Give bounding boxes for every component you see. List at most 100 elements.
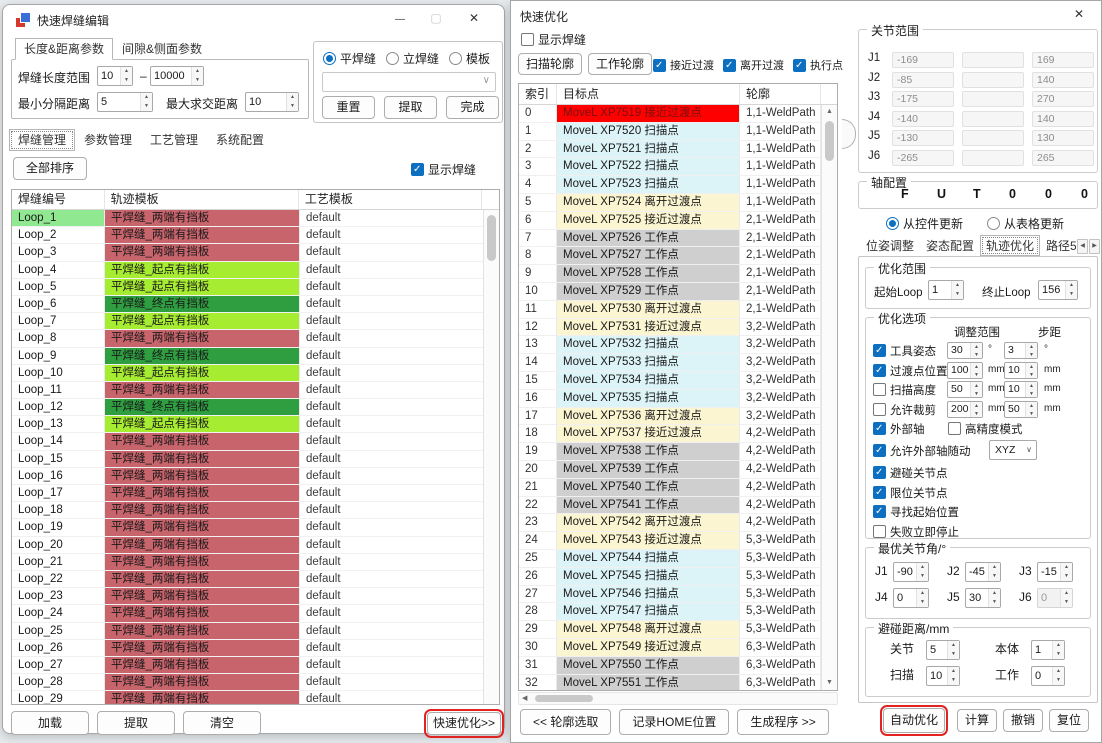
table-row[interactable]: Loop_8平焊缝_两端有挡板default bbox=[12, 330, 499, 347]
table-row[interactable]: Loop_2平焊缝_两端有挡板default bbox=[12, 227, 499, 244]
spinner-down-icon[interactable]: ▼ bbox=[1066, 290, 1077, 299]
show-weld-checkbox[interactable] bbox=[411, 163, 424, 176]
point-row[interactable]: 12MoveL XP7531 接近过渡点3,2-WeldPath bbox=[519, 319, 837, 337]
scroll-up-icon[interactable]: ▲ bbox=[822, 105, 837, 119]
spinner[interactable]: 10▲▼ bbox=[926, 666, 960, 686]
spinner[interactable]: 1▲▼ bbox=[1031, 640, 1065, 660]
spinner[interactable]: 156▲▼ bbox=[1038, 280, 1078, 300]
checkbox[interactable] bbox=[653, 59, 666, 72]
minimize-button[interactable] bbox=[384, 5, 416, 31]
point-row[interactable]: 15MoveL XP7534 扫描点3,2-WeldPath bbox=[519, 372, 837, 390]
opt-bottom-button[interactable]: 记录HOME位置 bbox=[619, 709, 729, 735]
weld-type-radio[interactable]: 模板 bbox=[449, 50, 490, 67]
spinner-up-icon[interactable]: ▲ bbox=[1061, 589, 1072, 598]
spinner-down-icon[interactable]: ▼ bbox=[287, 102, 298, 111]
scrollbar-thumb[interactable] bbox=[487, 215, 496, 261]
contour-filter-button[interactable]: 工作轮廓 bbox=[588, 53, 652, 75]
option-checkbox[interactable] bbox=[873, 466, 886, 479]
opt-bottom-button[interactable]: 生成程序 >> bbox=[737, 709, 828, 735]
option-checkbox[interactable] bbox=[873, 364, 886, 377]
group-button[interactable]: 重置 bbox=[322, 96, 375, 119]
spinner[interactable]: 30▲▼ bbox=[947, 342, 983, 359]
spinner[interactable]: 0▲▼ bbox=[1031, 666, 1065, 686]
opt-close-button[interactable] bbox=[1063, 1, 1095, 27]
param-tab[interactable]: 间隙&侧面参数 bbox=[113, 38, 211, 60]
spinner[interactable]: 3▲▼ bbox=[1004, 342, 1038, 359]
weld-seam-table[interactable]: 焊缝编号 轨迹模板 工艺模板 Loop_1平焊缝_两端有挡板defaultLoo… bbox=[11, 189, 500, 705]
opt-bottom-button[interactable]: << 轮廓选取 bbox=[520, 709, 611, 735]
table-row[interactable]: Loop_5平焊缝_起点有挡板default bbox=[12, 279, 499, 296]
spinner[interactable]: -45▲▼ bbox=[965, 562, 1001, 582]
spinner-down-icon[interactable]: ▼ bbox=[952, 290, 963, 299]
settings-button[interactable]: 撤销 bbox=[1003, 709, 1043, 732]
spinner-up-icon[interactable]: ▲ bbox=[1066, 281, 1077, 290]
point-row[interactable]: 21MoveL XP7540 工作点4,2-WeldPath bbox=[519, 479, 837, 497]
spinner-up-icon[interactable]: ▲ bbox=[948, 667, 959, 676]
point-row[interactable]: 14MoveL XP7533 扫描点3,2-WeldPath bbox=[519, 354, 837, 372]
main-tab[interactable]: 工艺管理 bbox=[141, 129, 207, 151]
point-row[interactable]: 19MoveL XP7538 工作点4,2-WeldPath bbox=[519, 443, 837, 461]
spinner[interactable]: 100▲▼ bbox=[947, 362, 983, 379]
table-row[interactable]: Loop_15平焊缝_两端有挡板default bbox=[12, 451, 499, 468]
point-row[interactable]: 5MoveL XP7524 离开过渡点1,1-WeldPath bbox=[519, 194, 837, 212]
editor-titlebar[interactable]: 快速焊缝编辑 bbox=[3, 5, 504, 33]
param-tab[interactable]: 长度&距离参数 bbox=[15, 38, 113, 60]
bottom-button[interactable]: 加载 bbox=[11, 711, 89, 735]
point-filter-check[interactable]: 离开过渡 bbox=[723, 57, 784, 73]
spinner-up-icon[interactable]: ▲ bbox=[948, 641, 959, 650]
point-row[interactable]: 23MoveL XP7542 离开过渡点4,2-WeldPath bbox=[519, 514, 837, 532]
contour-filter-button[interactable]: 扫描轮廓 bbox=[518, 53, 582, 75]
spinner-down-icon[interactable]: ▼ bbox=[1053, 676, 1064, 685]
tab-scroll-left-icon[interactable]: ◀ bbox=[1077, 239, 1088, 254]
spinner-down-icon[interactable]: ▼ bbox=[121, 76, 132, 85]
spinner-up-icon[interactable]: ▲ bbox=[121, 67, 132, 76]
table-row[interactable]: Loop_9平焊缝_终点有挡板default bbox=[12, 348, 499, 365]
table-row[interactable]: Loop_26平焊缝_两端有挡板default bbox=[12, 640, 499, 657]
spinner[interactable]: 30▲▼ bbox=[965, 588, 1001, 608]
checkbox[interactable] bbox=[793, 59, 806, 72]
point-row[interactable]: 26MoveL XP7545 扫描点5,3-WeldPath bbox=[519, 568, 837, 586]
spinner-up-icon[interactable]: ▲ bbox=[192, 67, 203, 76]
table-row[interactable]: Loop_27平焊缝_两端有挡板default bbox=[12, 657, 499, 674]
point-row[interactable]: 10MoveL XP7529 工作点2,1-WeldPath bbox=[519, 283, 837, 301]
spinner-down-icon[interactable]: ▼ bbox=[989, 572, 1000, 581]
table-row[interactable]: Loop_13平焊缝_起点有挡板default bbox=[12, 416, 499, 433]
spinner-up-icon[interactable]: ▲ bbox=[989, 589, 1000, 598]
point-row[interactable]: 13MoveL XP7532 扫描点3,2-WeldPath bbox=[519, 336, 837, 354]
show-weld-toggle[interactable]: 显示焊缝 bbox=[411, 161, 476, 178]
template-combobox[interactable] bbox=[322, 72, 496, 92]
group-button[interactable]: 提取 bbox=[384, 96, 437, 119]
spinner-up-icon[interactable]: ▲ bbox=[917, 563, 928, 572]
spinner-up-icon[interactable]: ▲ bbox=[141, 93, 152, 102]
spinner[interactable]: 10▲▼ bbox=[245, 92, 299, 112]
external-axis-checkbox[interactable] bbox=[873, 422, 886, 435]
point-row[interactable]: 18MoveL XP7537 接近过渡点4,2-WeldPath bbox=[519, 425, 837, 443]
option-checkbox[interactable] bbox=[873, 403, 886, 416]
option-checkbox[interactable] bbox=[873, 525, 886, 538]
settings-tab[interactable]: 路径5 bbox=[1040, 235, 1076, 256]
spinner-up-icon[interactable]: ▲ bbox=[1026, 402, 1037, 410]
scroll-left-icon[interactable]: ◀ bbox=[522, 693, 527, 705]
table-row[interactable]: Loop_28平焊缝_两端有挡板default bbox=[12, 674, 499, 691]
table-row[interactable]: Loop_4平焊缝_起点有挡板default bbox=[12, 262, 499, 279]
spinner-down-icon[interactable]: ▼ bbox=[917, 598, 928, 607]
spinner-up-icon[interactable]: ▲ bbox=[989, 563, 1000, 572]
table-row[interactable]: Loop_20平焊缝_两端有挡板default bbox=[12, 537, 499, 554]
sort-all-button[interactable]: 全部排序 bbox=[13, 157, 87, 180]
table-row[interactable]: Loop_3平焊缝_两端有挡板default bbox=[12, 244, 499, 261]
point-row[interactable]: 27MoveL XP7546 扫描点5,3-WeldPath bbox=[519, 586, 837, 604]
table-row[interactable]: Loop_16平焊缝_两端有挡板default bbox=[12, 468, 499, 485]
point-row[interactable]: 31MoveL XP7550 工作点6,3-WeldPath bbox=[519, 657, 837, 675]
main-tab[interactable]: 系统配置 bbox=[207, 129, 273, 151]
spinner-down-icon[interactable]: ▼ bbox=[1026, 351, 1037, 359]
spinner-up-icon[interactable]: ▲ bbox=[971, 382, 982, 390]
spinner[interactable]: 10000▲▼ bbox=[150, 66, 204, 86]
point-row[interactable]: 24MoveL XP7543 接近过渡点5,3-WeldPath bbox=[519, 532, 837, 550]
point-row[interactable]: 0MoveL XP7519 接近过渡点1,1-WeldPath bbox=[519, 105, 837, 123]
settings-tab[interactable]: 位姿调整 bbox=[860, 235, 920, 256]
spinner[interactable]: 5▲▼ bbox=[926, 640, 960, 660]
spinner-up-icon[interactable]: ▲ bbox=[971, 343, 982, 351]
point-row[interactable]: 4MoveL XP7523 扫描点1,1-WeldPath bbox=[519, 176, 837, 194]
spinner-down-icon[interactable]: ▼ bbox=[917, 572, 928, 581]
table-row[interactable]: Loop_17平焊缝_两端有挡板default bbox=[12, 485, 499, 502]
